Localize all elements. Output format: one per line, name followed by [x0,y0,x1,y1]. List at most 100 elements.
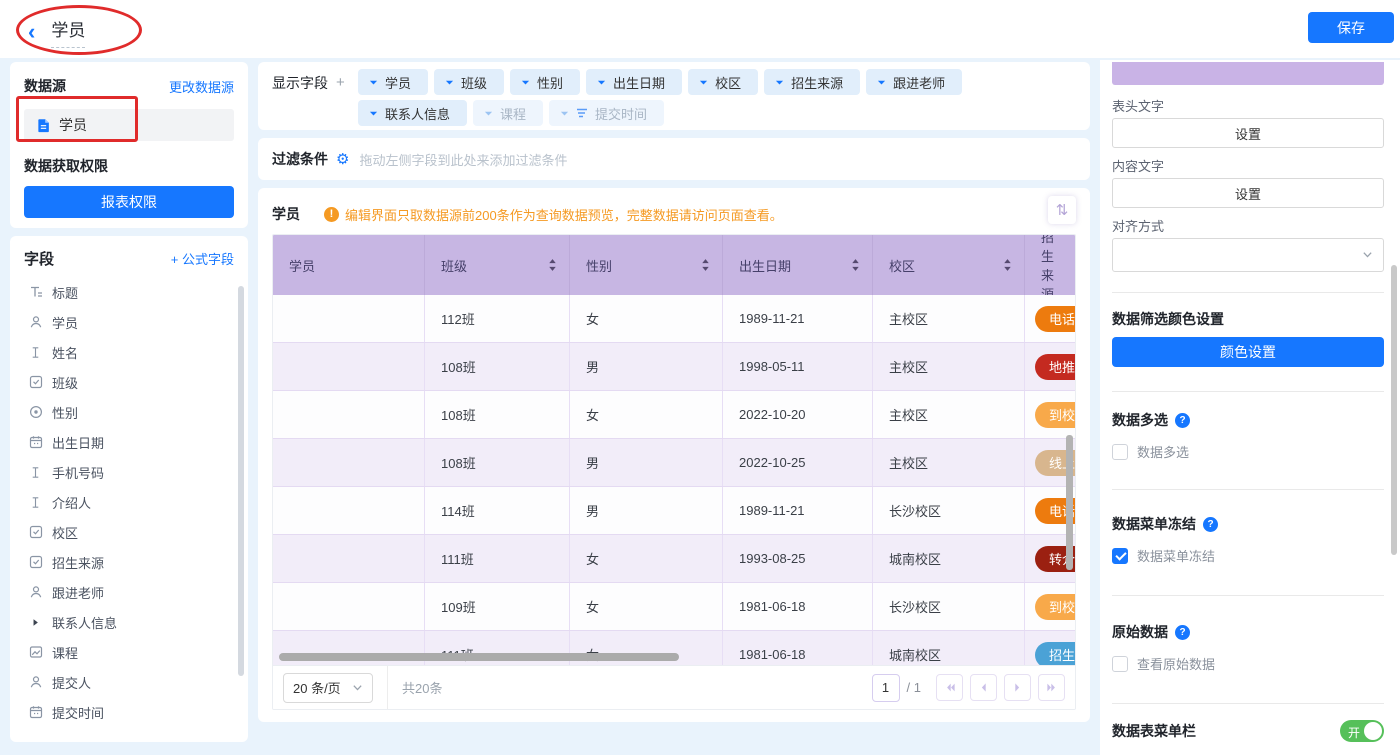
field-item[interactable]: 手机号码 [24,457,234,487]
page-size-select[interactable]: 20 条/页 [283,673,373,703]
display-fields-panel: 显示字段 + 学员班级性别出生日期校区招生来源跟进老师联系人信息课程提交时间 [258,62,1090,130]
question-icon[interactable]: ? [1203,517,1218,532]
column-header[interactable]: 校区 [873,235,1025,295]
field-item[interactable]: 校区 [24,517,234,547]
table-row[interactable]: 108班男1998-05-11主校区地推 [273,343,1075,391]
question-icon[interactable]: ? [1175,413,1190,428]
field-item[interactable]: 性别 [24,397,234,427]
caret-down-icon[interactable] [369,109,378,118]
align-select[interactable] [1112,238,1384,272]
column-header[interactable]: 班级 [425,235,570,295]
report-permission-button[interactable]: 报表权限 [24,186,234,218]
multi-select-checkbox-row[interactable]: 数据多选 [1112,442,1384,461]
display-field-chip[interactable]: 招生来源 [764,69,860,95]
display-field-chip[interactable]: 提交时间 [549,100,664,126]
table-row[interactable]: 114班男1989-11-21长沙校区电话 [273,487,1075,535]
color-settings-button[interactable]: 颜色设置 [1112,337,1384,367]
raw-data-checkbox[interactable] [1112,656,1128,672]
style-panel-scrollbar[interactable] [1391,265,1397,555]
menu-bar-toggle[interactable]: 开 [1340,720,1384,742]
back-button[interactable]: ‹ 学员 [28,16,85,48]
datasource-item-student[interactable]: 学员 [24,109,234,141]
caret-down-icon[interactable] [699,78,708,87]
field-item[interactable]: 招生来源 [24,547,234,577]
table-cell-gender: 男 [570,343,723,390]
raw-data-checkbox-row[interactable]: 查看原始数据 [1112,654,1384,673]
menu-freeze-checkbox-row[interactable]: 数据菜单冻结 [1112,546,1384,565]
field-item[interactable]: 标题 [24,277,234,307]
horizontal-scrollbar[interactable] [279,653,679,661]
display-field-chip[interactable]: 学员 [358,69,428,95]
field-item[interactable]: 提交时间 [24,697,234,727]
table-row[interactable]: 111班女1981-06-18城南校区招生 [273,631,1075,667]
sort-updown-icon[interactable] [701,258,710,272]
sort-updown-icon[interactable] [548,258,557,272]
question-icon[interactable]: ? [1175,625,1190,640]
column-header[interactable]: 出生日期 [723,235,873,295]
next-page-button[interactable] [1004,674,1031,701]
display-field-chip[interactable]: 课程 [473,100,543,126]
caret-down-icon[interactable] [597,78,606,87]
table-cell-gender: 女 [570,535,723,582]
field-label: 学员 [52,313,78,332]
table-row[interactable]: 111班女1993-08-25城南校区转介 [273,535,1075,583]
page-title[interactable]: 学员 [51,16,85,48]
prev-page-button[interactable] [970,674,997,701]
display-field-chip[interactable]: 班级 [434,69,504,95]
sort-updown-icon[interactable] [851,258,860,272]
pagination-bar: 20 条/页 共20条 1 / 1 [273,665,1075,709]
caret-down-icon[interactable] [484,109,493,118]
display-field-chip[interactable]: 性别 [510,69,580,95]
table-vertical-scrollbar[interactable] [1066,435,1073,570]
multi-select-title: 数据多选 [1112,410,1168,430]
filter-placeholder: 拖动左侧字段到此处来添加过滤条件 [359,150,567,169]
field-item[interactable]: 姓名 [24,337,234,367]
caret-down-icon[interactable] [369,78,378,87]
table-row[interactable]: 109班女1981-06-18长沙校区到校 [273,583,1075,631]
display-field-chip[interactable]: 跟进老师 [866,69,962,95]
table-warning: ! 编辑界面只取数据源前200条作为查询数据预览，完整数据请访问页面查看。 [324,205,783,224]
caret-down-icon[interactable] [560,109,569,118]
page-number-input[interactable]: 1 [872,674,900,702]
menu-freeze-checkbox[interactable] [1112,548,1128,564]
save-button[interactable]: 保存 [1308,12,1394,43]
add-display-field-button[interactable]: + [336,74,345,91]
table-row[interactable]: 108班男2022-10-25主校区线上 [273,439,1075,487]
first-page-button[interactable] [936,674,963,701]
caret-down-icon[interactable] [877,78,886,87]
field-item[interactable]: 学员 [24,307,234,337]
last-page-button[interactable] [1038,674,1065,701]
display-field-chip[interactable]: 出生日期 [586,69,682,95]
field-item[interactable]: 联系人信息 [24,607,234,637]
table-row[interactable]: 108班女2022-10-20主校区到校 [273,391,1075,439]
column-header[interactable]: 学员 [273,235,425,295]
datasource-title: 数据源 [24,76,66,96]
table-row[interactable]: 112班女1989-11-21主校区电话 [273,295,1075,343]
change-datasource-link[interactable]: 更改数据源 [169,77,234,96]
display-field-chip[interactable]: 校区 [688,69,758,95]
multi-select-checkbox[interactable] [1112,444,1128,460]
gear-icon[interactable]: ⚙ [336,152,349,167]
display-field-chip[interactable]: 联系人信息 [358,100,467,126]
header-text-settings-button[interactable]: 设置 [1112,118,1384,148]
field-item[interactable]: 跟进老师 [24,577,234,607]
field-item[interactable]: 介绍人 [24,487,234,517]
table-cell-student [273,583,425,630]
add-formula-field-link[interactable]: + 公式字段 [171,249,234,268]
document-icon [36,118,51,133]
header-color-swatch[interactable] [1112,62,1384,85]
content-text-settings-button[interactable]: 设置 [1112,178,1384,208]
table-cell-birth: 1998-05-11 [723,343,873,390]
field-item[interactable]: 出生日期 [24,427,234,457]
field-item[interactable]: 班级 [24,367,234,397]
caret-down-icon[interactable] [445,78,454,87]
field-item[interactable]: 提交人 [24,667,234,697]
column-header[interactable]: 性别 [570,235,723,295]
sort-updown-icon[interactable] [1003,258,1012,272]
table-sort-button[interactable]: ⇅ [1048,196,1076,224]
caret-down-icon[interactable] [521,78,530,87]
fields-scrollbar[interactable] [238,286,244,676]
field-item[interactable]: 课程 [24,637,234,667]
column-header[interactable]: 招生来源 [1025,235,1075,295]
caret-down-icon[interactable] [775,78,784,87]
